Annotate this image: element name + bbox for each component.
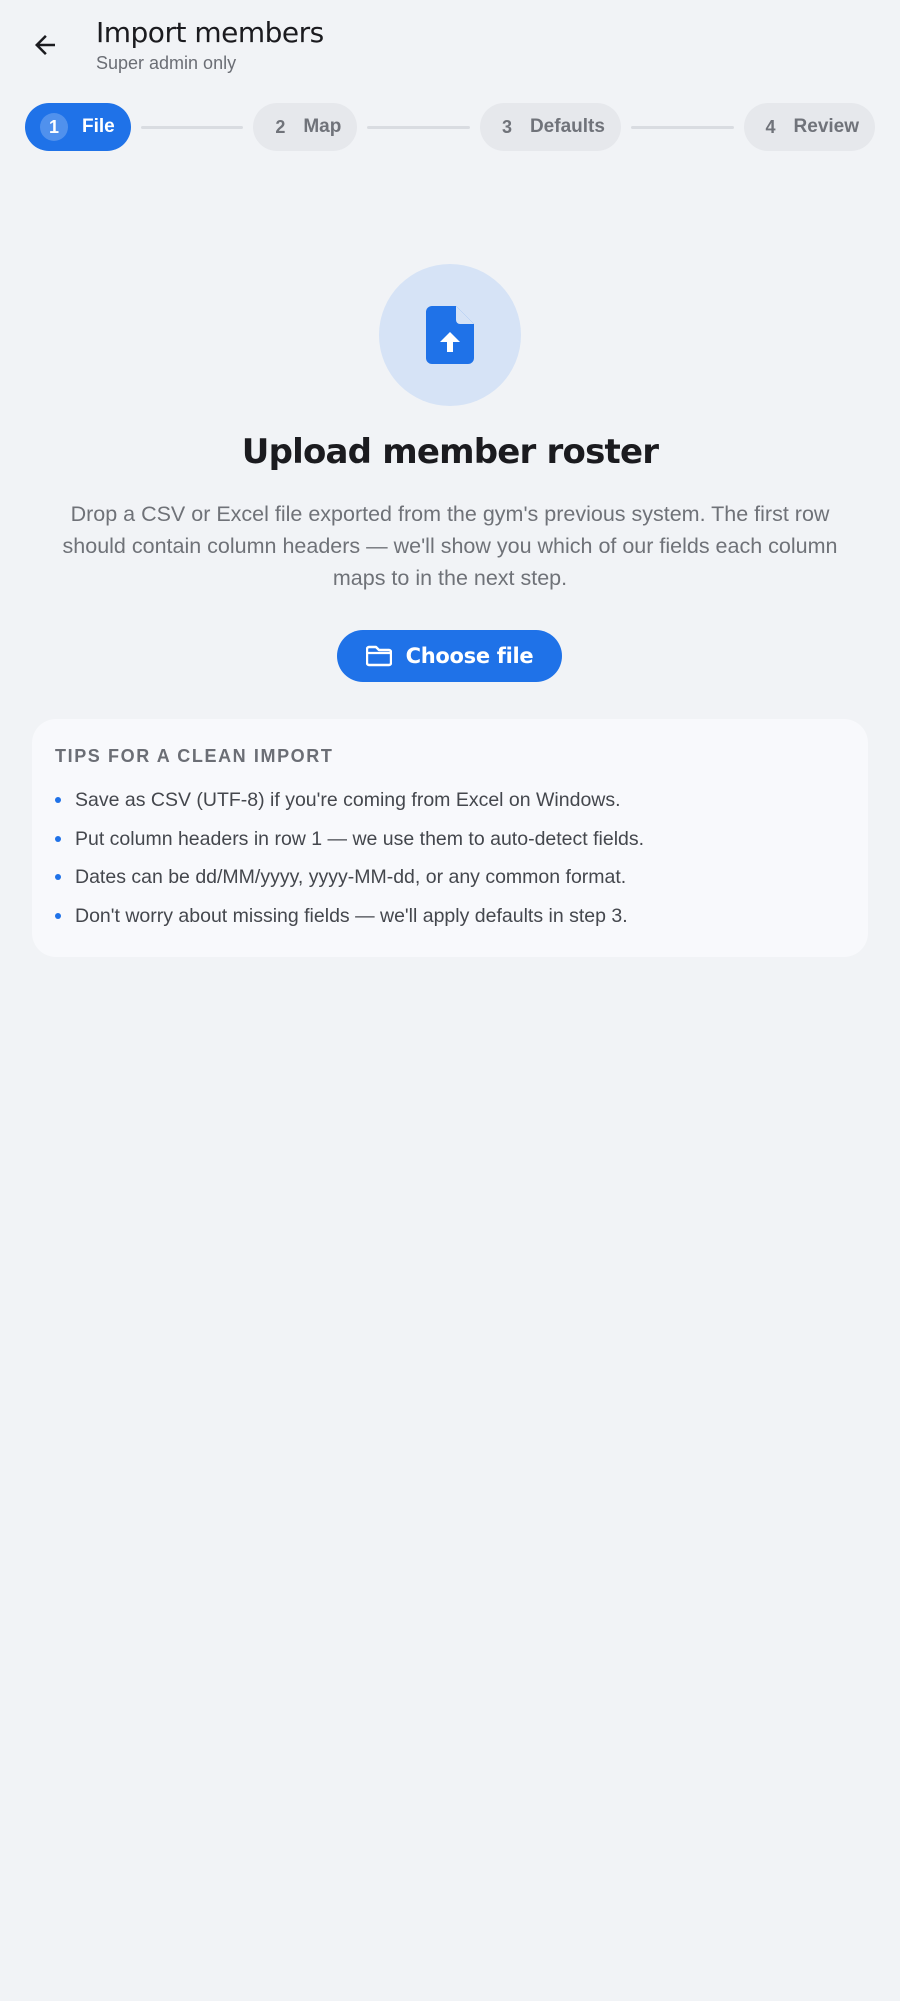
bullet-dot	[55, 874, 61, 880]
step-label: Map	[303, 116, 342, 137]
tips-heading: TIPS FOR A CLEAN IMPORT	[55, 746, 334, 766]
import-stepper: 1 File 2 Map 3 Defaults 4 Review	[25, 103, 876, 151]
folder-icon	[365, 645, 392, 667]
step-number: 2	[275, 116, 286, 137]
step-file[interactable]: 1 File	[25, 103, 131, 151]
bullet-dot	[55, 912, 61, 919]
tips-list: Save as CSV (UTF-8) if you're coming fro…	[55, 781, 845, 935]
step-number: 1	[40, 113, 68, 141]
step-defaults[interactable]: 3 Defaults	[479, 103, 621, 151]
step-number: 4	[765, 116, 776, 137]
arrow-left-icon	[30, 30, 60, 60]
step-label: Defaults	[529, 116, 605, 137]
tip-text: Don't worry about missing fields — we'll…	[75, 904, 628, 927]
tip-item: Put column headers in row 1 — we use the…	[55, 820, 845, 859]
file-upload-icon	[426, 306, 474, 364]
choose-file-button[interactable]: Choose file	[337, 630, 562, 682]
upload-title: Upload member roster	[241, 432, 659, 472]
step-label: File	[82, 116, 115, 137]
tip-text: Save as CSV (UTF-8) if you're coming fro…	[75, 789, 621, 811]
choose-file-label: Choose file	[405, 644, 534, 668]
step-label: Review	[793, 116, 860, 137]
tip-item: Don't worry about missing fields — we'll…	[55, 897, 845, 936]
step-number: 3	[501, 116, 512, 137]
tip-text: Dates can be dd/MM/yyyy, yyyy-MM-dd, or …	[75, 866, 627, 888]
back-button[interactable]	[22, 22, 68, 68]
tip-text: Put column headers in row 1 — we use the…	[75, 827, 645, 850]
step-connector	[367, 125, 470, 129]
tips-card: TIPS FOR A CLEAN IMPORT Save as CSV (UTF…	[32, 719, 868, 957]
bullet-dot	[55, 797, 61, 803]
step-review[interactable]: 4 Review	[743, 103, 876, 151]
step-connector	[140, 125, 244, 129]
step-map[interactable]: 2 Map	[253, 103, 358, 151]
app-header: Import members Super admin only	[0, 0, 900, 90]
upload-description: Drop a CSV or Excel file exported from t…	[62, 502, 838, 590]
header-text: Import members Super admin only	[96, 14, 324, 74]
page-subtitle: Super admin only	[96, 53, 237, 73]
page-title: Import members	[96, 16, 324, 49]
tip-item: Dates can be dd/MM/yyyy, yyyy-MM-dd, or …	[55, 858, 845, 897]
upload-icon-circle	[379, 264, 521, 406]
bullet-dot	[55, 835, 61, 842]
tip-item: Save as CSV (UTF-8) if you're coming fro…	[55, 781, 845, 820]
step-connector	[630, 125, 734, 129]
